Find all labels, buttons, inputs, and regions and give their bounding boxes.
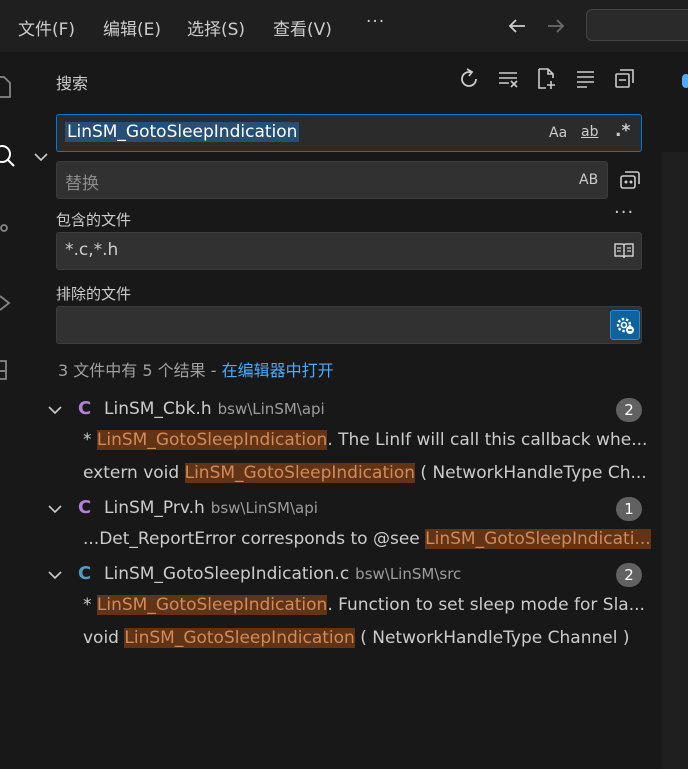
chevron-down-icon[interactable] <box>46 401 64 419</box>
match-highlight: LinSM_GotoSleepIndicati... <box>425 529 651 549</box>
editor-tab-bar <box>662 52 688 152</box>
result-file-name: LinSM_Prv.h <box>104 498 205 518</box>
open-in-editor-link[interactable]: 在编辑器中打开 <box>222 361 334 380</box>
view-as-tree-icon[interactable] <box>573 66 599 92</box>
match-highlight: LinSM_GotoSleepIndication <box>96 430 328 450</box>
source-control-icon[interactable] <box>0 215 16 241</box>
chevron-down-icon[interactable] <box>46 566 64 584</box>
match-prefix: * <box>83 430 97 450</box>
forward-arrow-icon[interactable] <box>544 12 568 40</box>
exclude-files-input[interactable] <box>56 306 642 344</box>
result-file-row[interactable]: C LinSM_GotoSleepIndication.c bsw\LinSM\s… <box>26 560 662 590</box>
result-match-line[interactable]: * LinSM_GotoSleepIndication. The LinIf w… <box>83 426 661 456</box>
result-match-line[interactable]: extern void LinSM_GotoSleepIndication ( … <box>83 459 661 489</box>
exclude-label: 排除的文件 <box>56 285 132 303</box>
use-exclude-settings-button[interactable] <box>610 310 640 340</box>
result-match-line[interactable]: void LinSM_GotoSleepIndication ( Network… <box>83 624 661 654</box>
menu-view[interactable]: 查看(V) <box>273 15 332 40</box>
menu-bar: 文件(F) 编辑(E) 选择(S) 查看(V) ··· <box>0 0 688 52</box>
replace-placeholder: 替换 <box>65 174 99 194</box>
match-suffix: ( NetworkHandleType Channel ) <box>354 628 630 648</box>
match-suffix: . Function to set sleep mode for Sla... <box>327 595 645 615</box>
refresh-icon[interactable] <box>456 66 482 92</box>
result-file-row[interactable]: C LinSM_Cbk.h bsw\LinSM\api 2 <box>26 395 662 425</box>
include-label: 包含的文件 <box>56 211 132 229</box>
match-prefix: ...Det_ReportError corresponds to @see <box>83 529 426 549</box>
new-search-editor-icon[interactable] <box>534 66 560 92</box>
menu-file[interactable]: 文件(F) <box>18 15 75 40</box>
clear-results-icon[interactable] <box>496 66 522 92</box>
match-prefix: extern void <box>83 463 185 483</box>
results-summary: 3 文件中有 5 个结果 - 在编辑器中打开 <box>58 357 334 381</box>
collapse-all-icon[interactable] <box>612 66 638 92</box>
match-suffix: ( NetworkHandleType Ch... <box>415 463 647 483</box>
search-details-toggle[interactable]: ··· <box>614 202 634 223</box>
match-case-toggle[interactable]: Aa <box>549 125 567 141</box>
result-file-row[interactable]: C LinSM_Prv.h bsw\LinSM\api 1 <box>26 494 662 524</box>
open-editors-only-icon[interactable] <box>613 241 635 261</box>
replace-all-icon[interactable] <box>618 168 642 192</box>
gear-icon <box>616 317 634 334</box>
preserve-case-toggle[interactable]: AB <box>579 172 598 188</box>
replace-input[interactable]: 替换 AB <box>56 161 608 199</box>
activity-bar <box>0 52 26 769</box>
search-icon[interactable] <box>0 142 16 168</box>
match-prefix: void <box>83 628 125 648</box>
c-header-file-icon: C <box>78 497 92 518</box>
result-file-path: bsw\LinSM\api <box>217 400 325 418</box>
chevron-down-icon[interactable] <box>46 500 64 518</box>
menu-more[interactable]: ··· <box>366 12 385 32</box>
include-files-value: *.c,*.h <box>65 240 119 260</box>
result-match-line[interactable]: ...Det_ReportError corresponds to @see L… <box>83 525 661 555</box>
match-count-badge: 2 <box>616 398 642 422</box>
match-count-badge: 2 <box>616 563 642 587</box>
match-highlight: LinSM_GotoSleepIndication <box>124 628 355 648</box>
match-highlight: LinSM_GotoSleepIndication <box>184 463 416 483</box>
match-count-badge: 1 <box>616 497 642 521</box>
result-match-line[interactable]: * LinSM_GotoSleepIndication. Function to… <box>83 591 661 621</box>
toggle-replace-chevron-icon[interactable] <box>32 148 50 166</box>
vscode-window: 文件(F) 编辑(E) 选择(S) 查看(V) ··· 搜索 LinSM_Got… <box>0 0 688 769</box>
search-input[interactable]: LinSM_GotoSleepIndication Aa ab .* <box>56 114 642 152</box>
command-center[interactable] <box>586 9 688 41</box>
search-input-value: LinSM_GotoSleepIndication <box>65 122 300 142</box>
match-whole-word-toggle[interactable]: ab <box>581 124 598 140</box>
include-files-input[interactable]: *.c,*.h <box>56 232 642 270</box>
result-file-path: bsw\LinSM\src <box>355 565 462 583</box>
c-source-file-icon: C <box>78 563 92 584</box>
result-file-path: bsw\LinSM\api <box>210 499 318 517</box>
result-file-name: LinSM_Cbk.h <box>104 399 212 419</box>
match-prefix: * <box>83 595 97 615</box>
sidebar-title: 搜索 <box>56 74 89 93</box>
use-regex-toggle[interactable]: .* <box>615 121 630 141</box>
match-highlight: LinSM_GotoSleepIndication <box>96 595 328 615</box>
menu-edit[interactable]: 编辑(E) <box>103 15 161 40</box>
editor-area <box>662 52 688 769</box>
c-header-file-icon: C <box>78 398 92 419</box>
match-suffix: . The LinIf will call this callback whe.… <box>327 430 648 450</box>
editor-tab-icon <box>682 74 688 88</box>
extensions-icon[interactable] <box>0 357 16 383</box>
explorer-icon[interactable] <box>0 74 16 100</box>
results-count-text: 3 文件中有 5 个结果 - <box>58 361 222 380</box>
back-arrow-icon[interactable] <box>505 12 529 40</box>
menu-selection[interactable]: 选择(S) <box>187 15 245 40</box>
result-file-name: LinSM_GotoSleepIndication.c <box>104 564 350 584</box>
search-sidebar: 搜索 LinSM_GotoSleepIndication Aa ab .* 替换… <box>26 52 662 769</box>
run-debug-icon[interactable] <box>0 290 16 316</box>
